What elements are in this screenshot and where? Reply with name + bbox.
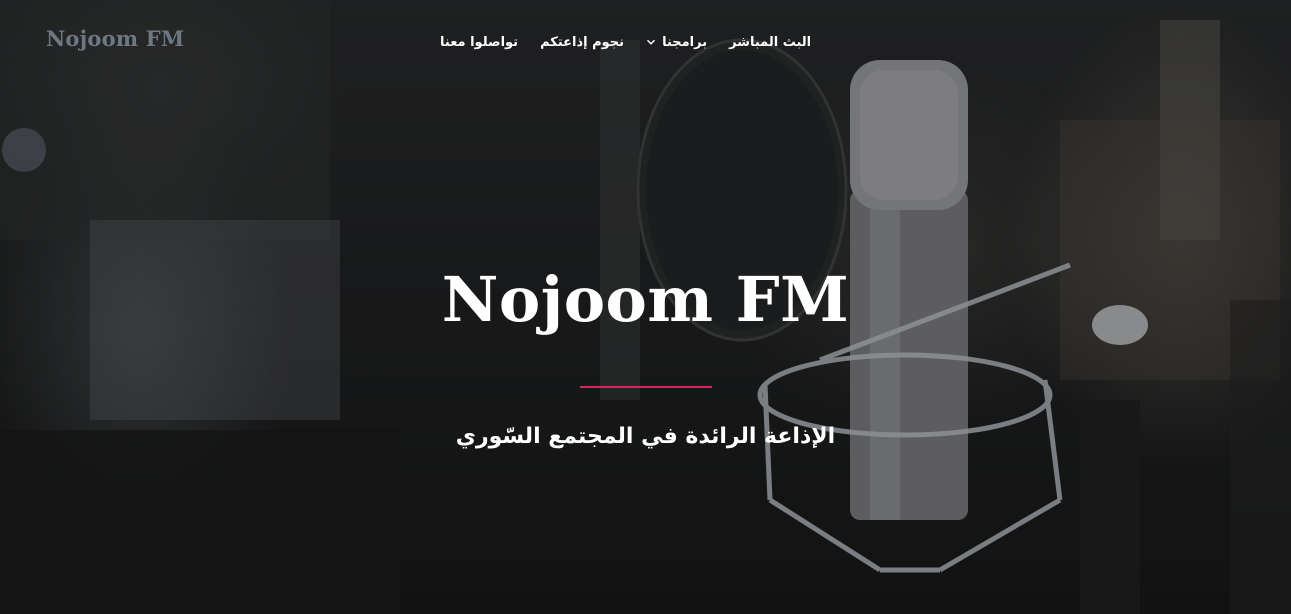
nav-item-live[interactable]: البث المباشر [729,35,811,50]
main-nav: تواصلوا معنا نجوم إذاعتكم برامجنا البث ا… [440,31,850,53]
nav-item-label: نجوم إذاعتكم [540,34,625,50]
nav-item-label: تواصلوا معنا [440,34,519,50]
nav-item-label: البث المباشر [729,34,812,50]
nav-item-stars[interactable]: نجوم إذاعتكم [540,35,624,50]
nav-item-contact[interactable]: تواصلوا معنا [440,35,518,50]
chevron-down-icon[interactable] [646,37,656,47]
nav-item-label: برامجنا [662,34,708,50]
nav-item-programs[interactable]: برامجنا [646,35,707,50]
hero-title: Nojoom FM [441,263,850,336]
hero-section: Nojoom FM تواصلوا معنا نجوم إذاعتكم برام… [0,0,1291,614]
title-divider [580,386,712,388]
site-logo[interactable]: Nojoom FM [46,26,184,51]
hero-subtitle: الإذاعة الرائدة في المجتمع السّوري [455,424,836,449]
